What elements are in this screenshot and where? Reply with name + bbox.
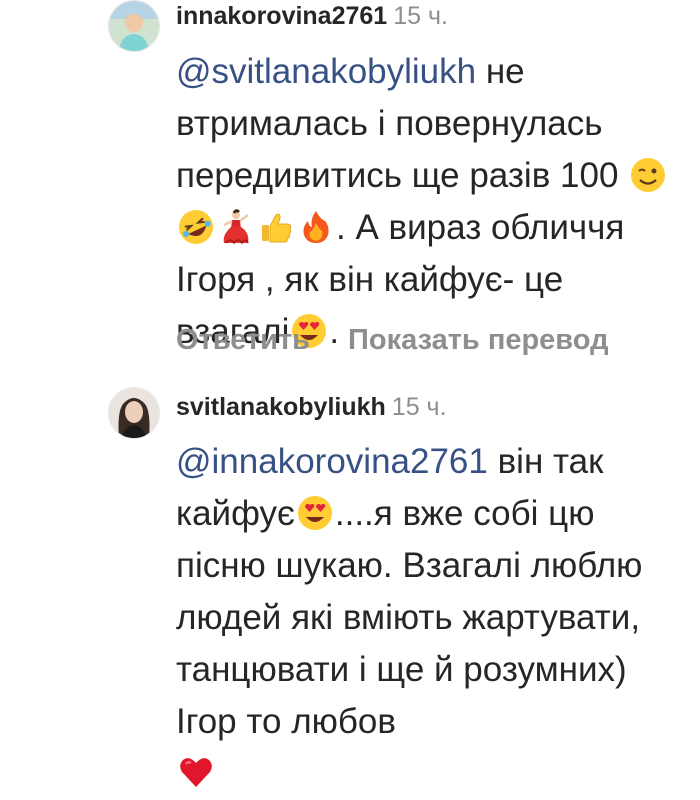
reply-button[interactable]: Ответить — [176, 324, 310, 356]
heart-eyes-icon — [297, 495, 333, 531]
comment-actions: Ответить Показать перевод — [176, 324, 609, 357]
comment-header: innakorovina2761 15 ч. — [176, 2, 448, 31]
timestamp: 15 ч. — [391, 393, 447, 421]
avatar[interactable] — [108, 387, 160, 439]
winking-face-icon — [630, 157, 666, 193]
red-heart-icon — [178, 755, 214, 791]
mention-link[interactable]: @svitlanakobyliukh — [176, 52, 476, 91]
fire-icon — [298, 209, 334, 245]
timestamp: 15 ч. — [393, 2, 448, 30]
thumbs-up-icon — [258, 209, 294, 245]
username[interactable]: svitlanakobyliukh — [176, 393, 386, 421]
rolling-on-floor-laughing-icon — [178, 209, 214, 245]
username[interactable]: innakorovina2761 — [176, 2, 387, 30]
comment-text: @svitlanakobyliukh не втрималась і повер… — [176, 46, 676, 358]
comment-text: @innakorovina2761 він так кайфує ....я вж… — [176, 436, 676, 800]
comment-header: svitlanakobyliukh 15 ч. — [176, 393, 447, 422]
avatar[interactable] — [108, 0, 160, 52]
flamenco-dancer-icon — [218, 209, 254, 245]
mention-link[interactable]: @innakorovina2761 — [176, 442, 488, 481]
show-translation-button[interactable]: Показать перевод — [348, 324, 608, 356]
